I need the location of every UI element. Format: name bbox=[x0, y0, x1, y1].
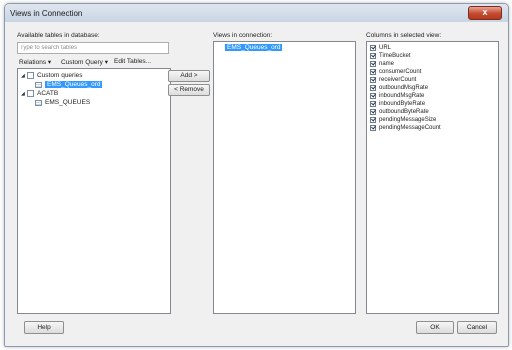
column-label: pendingMessageCount bbox=[379, 125, 441, 131]
edit-tables-menu-label: Edit Tables... bbox=[114, 58, 152, 65]
checkbox[interactable] bbox=[370, 93, 376, 99]
column-item[interactable]: consumerCount bbox=[370, 68, 421, 76]
checkbox[interactable] bbox=[370, 85, 376, 91]
checkbox[interactable] bbox=[370, 61, 376, 67]
column-label: inboundMsgRate bbox=[379, 93, 425, 99]
close-button[interactable]: x bbox=[468, 6, 502, 20]
column-label: inboundByteRate bbox=[379, 101, 426, 107]
column-item[interactable]: pendingMessageSize bbox=[370, 116, 436, 124]
dropdown-icon: ▾ bbox=[47, 59, 52, 66]
checkbox[interactable] bbox=[370, 125, 376, 131]
tree-node-label: EMS_QUEUES bbox=[45, 99, 91, 106]
columns-label: Columns in selected view: bbox=[366, 32, 442, 39]
checkbox[interactable] bbox=[370, 117, 376, 123]
folder-icon bbox=[27, 72, 34, 79]
columns-list[interactable]: URL TimeBucket name consumerCount receiv… bbox=[366, 41, 499, 314]
checkbox[interactable] bbox=[370, 53, 376, 59]
tree-node-label: EMS_Queues_ord bbox=[45, 81, 103, 88]
checkbox[interactable] bbox=[370, 45, 376, 51]
views-in-connection-dialog: Views in Connection x Available tables i… bbox=[4, 3, 509, 347]
column-label: consumerCount bbox=[379, 69, 422, 75]
remove-button[interactable]: < Remove bbox=[168, 84, 210, 96]
view-item-ems-queues-ord[interactable]: EMS_Queues_ord bbox=[225, 43, 283, 52]
table-icon bbox=[35, 81, 42, 88]
column-label: URL bbox=[379, 45, 392, 51]
view-item-label: EMS_Queues_ord bbox=[225, 44, 283, 51]
column-label: name bbox=[379, 61, 395, 67]
checkbox[interactable] bbox=[370, 109, 376, 115]
table-icon bbox=[35, 99, 42, 106]
custom-query-menu-label: Custom Query bbox=[61, 59, 103, 66]
database-icon bbox=[27, 90, 34, 97]
tree-node-ems-queues-ord[interactable]: EMS_Queues_ord bbox=[35, 80, 103, 89]
add-button[interactable]: Add > bbox=[168, 70, 210, 82]
close-icon: x bbox=[482, 7, 488, 17]
title-bar: Views in Connection x bbox=[5, 4, 508, 22]
column-item[interactable]: URL bbox=[370, 44, 391, 52]
relations-menu-label: Relations bbox=[19, 59, 47, 66]
help-button[interactable]: Help bbox=[24, 321, 64, 334]
column-label: TimeBucket bbox=[379, 53, 411, 59]
column-item[interactable]: pendingMessageCount bbox=[370, 124, 441, 132]
column-item[interactable]: name bbox=[370, 60, 394, 68]
column-label: outboundByteRate bbox=[379, 109, 429, 115]
column-item[interactable]: receiverCount bbox=[370, 76, 416, 84]
views-in-connection-label: Views in connection: bbox=[213, 32, 273, 39]
checkbox[interactable] bbox=[370, 69, 376, 75]
search-tables-field[interactable] bbox=[17, 42, 169, 54]
dropdown-icon: ▾ bbox=[104, 59, 108, 66]
column-label: pendingMessageSize bbox=[379, 117, 437, 123]
tables-tree[interactable]: ◢ Custom queries EMS_Queues_ord ◢ ACATB … bbox=[17, 68, 171, 314]
cancel-button[interactable]: Cancel bbox=[457, 321, 497, 334]
tree-node-custom-queries[interactable]: ◢ Custom queries bbox=[21, 71, 83, 80]
search-tables-input[interactable] bbox=[18, 43, 168, 52]
column-item[interactable]: inboundByteRate bbox=[370, 100, 425, 108]
available-tables-label: Available tables in database: bbox=[17, 32, 100, 39]
checkbox[interactable] bbox=[370, 101, 376, 107]
custom-query-menu[interactable]: Custom Query ▾ bbox=[61, 58, 108, 66]
tree-node-acatb[interactable]: ◢ ACATB bbox=[21, 89, 58, 98]
column-item[interactable]: outboundByteRate bbox=[370, 108, 429, 116]
dialog-title: Views in Connection bbox=[10, 9, 83, 18]
checkbox[interactable] bbox=[370, 77, 376, 83]
tree-node-label: ACATB bbox=[37, 90, 59, 97]
column-item[interactable]: inboundMsgRate bbox=[370, 92, 424, 100]
ok-button[interactable]: OK bbox=[416, 321, 454, 334]
dialog-body: Available tables in database: Relations … bbox=[11, 28, 502, 339]
tree-node-label: Custom queries bbox=[37, 72, 83, 79]
views-list[interactable]: EMS_Queues_ord bbox=[213, 41, 356, 314]
relations-menu[interactable]: Relations ▾ bbox=[19, 58, 51, 66]
column-label: receiverCount bbox=[379, 77, 417, 83]
tree-node-ems-queues[interactable]: EMS_QUEUES bbox=[35, 98, 90, 107]
column-label: outboundMsgRate bbox=[379, 85, 429, 91]
edit-tables-menu[interactable]: Edit Tables... bbox=[114, 58, 151, 65]
column-item[interactable]: TimeBucket bbox=[370, 52, 410, 60]
column-item[interactable]: outboundMsgRate bbox=[370, 84, 428, 92]
